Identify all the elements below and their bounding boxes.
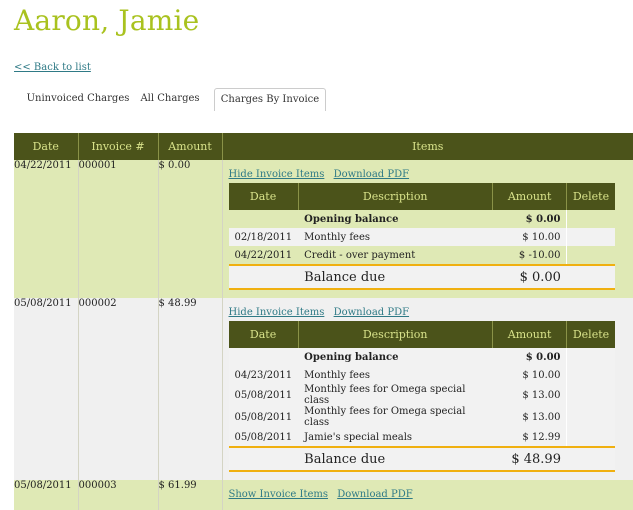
balance-due-amount: $ 0.00: [492, 264, 567, 290]
item-date: 04/23/2011: [228, 366, 299, 384]
invoice-items-table: Date Description Amount Delete Opening b…: [228, 183, 615, 290]
show-invoice-items-link[interactable]: Show Invoice Items: [229, 489, 329, 500]
download-pdf-link[interactable]: Download PDF: [334, 169, 409, 180]
invoice-item-row: 04/22/2011 Credit - over payment $ -10.0…: [228, 246, 615, 265]
item-description: Monthly fees for Omega special class: [298, 384, 493, 406]
items-col-amount: Amount: [492, 321, 568, 348]
item-delete-cell[interactable]: [566, 246, 615, 265]
invoice-item-row: 05/08/2011 Jamie's special meals $ 12.99: [228, 428, 615, 447]
item-amount: $ 10.00: [492, 228, 567, 246]
invoice-amount: $ 48.99: [158, 298, 223, 480]
tab-all-charges[interactable]: All Charges: [138, 88, 202, 110]
opening-balance-label: Opening balance: [298, 348, 493, 366]
item-date: 04/22/2011: [228, 246, 299, 265]
opening-balance-amount: $ 0.00: [492, 210, 567, 228]
items-col-delete: Delete: [566, 183, 615, 210]
invoice-date: 04/22/2011: [14, 160, 79, 298]
col-header-amount[interactable]: Amount: [158, 133, 223, 160]
item-delete-cell[interactable]: [566, 366, 615, 384]
invoice-row: 05/08/2011 000002 $ 48.99 Hide Invoice I…: [14, 298, 633, 480]
item-amount: $ 12.99: [492, 428, 567, 447]
balance-due-row: Balance due $ 48.99: [228, 446, 615, 472]
item-date: 02/18/2011: [228, 228, 299, 246]
item-amount: $ 13.00: [492, 384, 567, 406]
opening-balance-label: Opening balance: [298, 210, 493, 228]
items-col-delete: Delete: [566, 321, 615, 348]
items-col-amount: Amount: [492, 183, 568, 210]
back-to-list-link[interactable]: << Back to list: [14, 62, 91, 73]
invoice-item-row: 05/08/2011 Monthly fees for Omega specia…: [228, 406, 615, 428]
item-amount: $ 13.00: [492, 406, 567, 428]
invoice-item-row: 05/08/2011 Monthly fees for Omega specia…: [228, 384, 615, 406]
invoice-item-row: 04/23/2011 Monthly fees $ 10.00: [228, 366, 615, 384]
col-header-items: Items: [222, 133, 633, 160]
tab-charges-by-invoice[interactable]: Charges By Invoice: [214, 88, 326, 111]
invoice-date: 05/08/2011: [14, 298, 79, 480]
invoices-header-row: Date Invoice # Amount Items: [14, 133, 633, 160]
items-col-description: Description: [298, 183, 493, 210]
invoice-items-cell: Hide Invoice Items Download PDF Date Des…: [222, 160, 633, 298]
items-col-date: Date: [228, 183, 299, 210]
item-delete-cell[interactable]: [566, 406, 615, 428]
item-delete-cell[interactable]: [566, 228, 615, 246]
hide-invoice-items-link[interactable]: Hide Invoice Items: [229, 169, 325, 180]
col-header-date[interactable]: Date: [14, 133, 79, 160]
invoice-number: 000001: [78, 160, 159, 298]
balance-due-label: Balance due: [298, 264, 493, 290]
balance-due-amount: $ 48.99: [492, 446, 567, 472]
col-header-invoice[interactable]: Invoice #: [78, 133, 159, 160]
tab-uninvoiced-charges[interactable]: Uninvoiced Charges: [22, 88, 134, 110]
item-description: Monthly fees for Omega special class: [298, 406, 493, 428]
item-delete-cell[interactable]: [566, 428, 615, 447]
item-amount: $ 10.00: [492, 366, 567, 384]
item-description: Monthly fees: [298, 366, 493, 384]
invoice-items-cell: Hide Invoice Items Download PDF Date Des…: [222, 298, 633, 480]
invoice-items-table: Date Description Amount Delete Opening b…: [228, 321, 615, 472]
balance-due-label: Balance due: [298, 446, 493, 472]
invoice-item-row: 02/18/2011 Monthly fees $ 10.00: [228, 228, 615, 246]
item-date: 05/08/2011: [228, 406, 299, 428]
invoice-amount: $ 61.99: [158, 480, 223, 510]
opening-balance-amount: $ 0.00: [492, 348, 567, 366]
invoice-row: 05/08/2011 000003 $ 61.99 Show Invoice I…: [14, 480, 633, 510]
invoice-row: 04/22/2011 000001 $ 0.00 Hide Invoice It…: [14, 160, 633, 298]
tab-bar: Uninvoiced Charges All Charges Charges B…: [14, 88, 326, 112]
invoice-number: 000003: [78, 480, 159, 510]
balance-due-row: Balance due $ 0.00: [228, 264, 615, 290]
item-amount: $ -10.00: [492, 246, 567, 265]
download-pdf-link[interactable]: Download PDF: [337, 489, 412, 500]
invoice-items-cell: Show Invoice Items Download PDF: [222, 480, 633, 510]
page-title: Aaron, Jamie: [14, 4, 200, 37]
opening-balance-row: Opening balance $ 0.00: [228, 210, 615, 228]
hide-invoice-items-link[interactable]: Hide Invoice Items: [229, 307, 325, 318]
invoice-number: 000002: [78, 298, 159, 480]
opening-balance-row: Opening balance $ 0.00: [228, 348, 615, 366]
download-pdf-link[interactable]: Download PDF: [334, 307, 409, 318]
item-date: 05/08/2011: [228, 384, 299, 406]
invoice-amount: $ 0.00: [158, 160, 223, 298]
items-col-date: Date: [228, 321, 299, 348]
items-col-description: Description: [298, 321, 493, 348]
item-date: 05/08/2011: [228, 428, 299, 447]
item-description: Monthly fees: [298, 228, 493, 246]
invoice-date: 05/08/2011: [14, 480, 79, 510]
item-description: Credit - over payment: [298, 246, 493, 265]
invoices-table: Date Invoice # Amount Items 04/22/2011 0…: [14, 133, 633, 510]
item-description: Jamie's special meals: [298, 428, 493, 447]
item-delete-cell[interactable]: [566, 384, 615, 406]
